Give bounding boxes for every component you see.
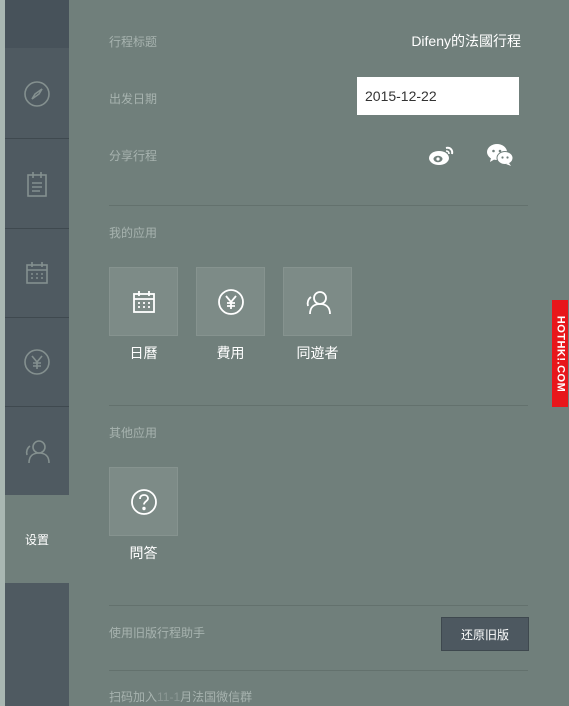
section-divider [109, 405, 528, 406]
legacy-assistant-label: 使用旧版行程助手 [109, 626, 206, 640]
calendar-icon [26, 261, 48, 284]
share-trip-label: 分享行程 [109, 149, 158, 163]
other-apps-heading: 其他应用 [109, 426, 158, 440]
watermark-text: HOTHK!.COM [554, 315, 566, 392]
companions-icon [306, 290, 331, 314]
my-apps-heading: 我的应用 [109, 226, 158, 240]
departure-date-label: 出发日期 [109, 92, 158, 106]
sidebar-item-compass[interactable] [5, 49, 69, 139]
section-divider [109, 670, 528, 671]
sidebar: 设置 [5, 0, 69, 706]
sidebar-item-companions[interactable] [5, 406, 69, 496]
question-icon [130, 488, 157, 515]
sidebar-item-settings[interactable]: 设置 [5, 495, 69, 583]
departure-date-input[interactable] [357, 77, 519, 115]
sidebar-item-notepad[interactable] [5, 139, 69, 229]
app-label-calendar: 日曆 [129, 345, 158, 361]
notepad-icon [27, 171, 47, 197]
compass-icon [24, 80, 50, 107]
app-tile-qa[interactable] [109, 467, 178, 536]
app-label-qa: 問答 [129, 545, 158, 561]
yen-icon [217, 288, 244, 315]
wechat-icon[interactable] [486, 143, 514, 167]
restore-legacy-button[interactable]: 还原旧版 [441, 617, 529, 651]
yen-icon [24, 348, 50, 375]
sidebar-settings-label: 设置 [24, 532, 49, 547]
sidebar-item-calendar[interactable] [5, 228, 69, 318]
sidebar-header [5, 0, 69, 48]
qr-join-label: 扫码加入11-1月法国微信群 [109, 688, 252, 705]
app-label-expenses: 費用 [216, 345, 245, 361]
app-tile-expenses[interactable] [196, 267, 265, 336]
qr-join-suffix: 月法国微信群 [180, 690, 253, 704]
qr-join-prefix: 扫码加入 [109, 690, 158, 704]
section-divider [109, 605, 528, 606]
sidebar-item-expenses[interactable] [5, 317, 69, 407]
trip-title-value[interactable]: Difeny的法國行程 [411, 31, 521, 51]
site-watermark: HOTHK!.COM [552, 300, 568, 407]
app-tile-calendar[interactable] [109, 267, 178, 336]
app-label-companions: 同遊者 [296, 345, 339, 361]
calendar-icon [132, 290, 155, 313]
weibo-icon[interactable] [428, 143, 456, 167]
user-icon [25, 439, 50, 463]
app-tile-companions[interactable] [283, 267, 352, 336]
qr-join-date: 11-1 [157, 690, 181, 704]
settings-panel: 行程标题 Difeny的法國行程 出发日期 分享行程 我的应用 日曆 [69, 0, 569, 706]
section-divider [109, 205, 528, 206]
trip-title-label: 行程标题 [109, 35, 158, 49]
